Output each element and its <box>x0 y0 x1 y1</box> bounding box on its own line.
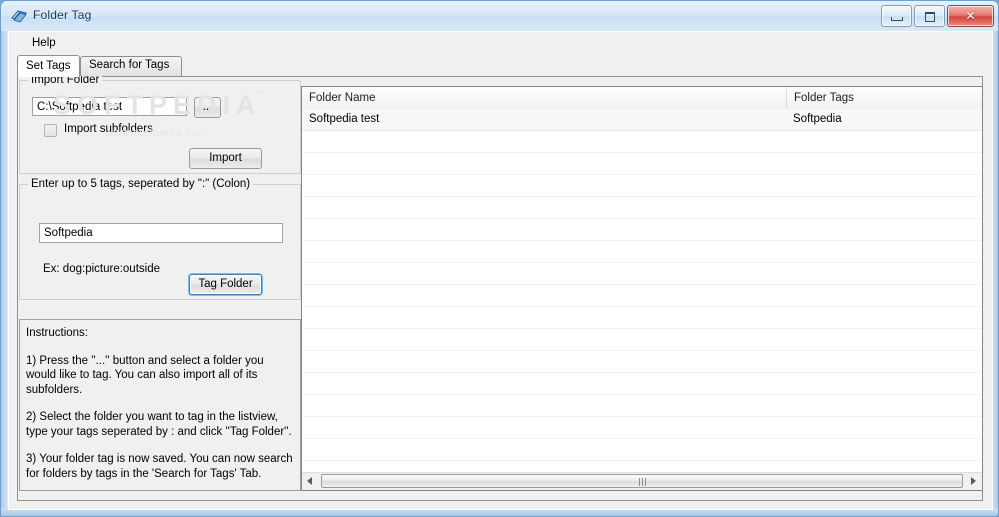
title-bar[interactable]: Folder Tag ✕ <box>1 1 998 31</box>
scroll-left-button[interactable] <box>302 473 319 489</box>
close-button[interactable]: ✕ <box>947 5 994 27</box>
menu-item-help[interactable]: Help <box>25 35 63 51</box>
window-title: Folder Tag <box>33 8 92 22</box>
tag-folder-button[interactable]: Tag Folder <box>189 274 262 295</box>
scrollbar-thumb[interactable] <box>321 474 963 488</box>
instructions-heading: Instructions: <box>26 327 88 339</box>
table-row-empty[interactable] <box>302 153 982 175</box>
table-row[interactable]: Softpedia test Softpedia <box>302 109 982 131</box>
menu-bar: Help <box>9 32 992 54</box>
listview-horizontal-scrollbar[interactable] <box>302 472 982 490</box>
table-row-empty[interactable] <box>302 131 982 153</box>
table-row-empty[interactable] <box>302 351 982 373</box>
table-row-empty[interactable] <box>302 175 982 197</box>
application-window: Folder Tag ✕ Help Set Tags Search for Ta… <box>0 0 999 517</box>
table-row-empty[interactable] <box>302 285 982 307</box>
instructions-step-1: 1) Press the ''...'' button and select a… <box>26 354 264 396</box>
column-header-folder-name[interactable]: Folder Name <box>302 87 786 109</box>
folders-listview[interactable]: Folder Name Folder Tags Softpedia test S… <box>301 86 983 491</box>
column-header-folder-tags[interactable]: Folder Tags <box>786 87 982 109</box>
window-frame-left <box>1 1 8 516</box>
maximize-button[interactable] <box>914 5 945 27</box>
folder-path-input[interactable] <box>32 97 187 116</box>
import-subfolders-checkbox[interactable] <box>44 124 57 137</box>
table-row-empty[interactable] <box>302 417 982 439</box>
maximize-icon <box>925 12 935 22</box>
enter-tags-group: Enter up to 5 tags, seperated by ":" (Co… <box>19 178 301 300</box>
chevron-left-icon <box>307 477 312 485</box>
tab-search-for-tags[interactable]: Search for Tags <box>80 56 182 76</box>
listview-body: Softpedia test Softpedia <box>302 109 982 483</box>
folder-tag-app-icon <box>11 9 27 24</box>
import-button[interactable]: Import <box>189 148 262 169</box>
instructions-panel: Instructions: 1) Press the ''...'' butto… <box>19 319 301 491</box>
enter-tags-legend: Enter up to 5 tags, seperated by ":" (Co… <box>28 178 254 190</box>
listview-header: Folder Name Folder Tags <box>302 87 982 110</box>
instructions-step-2: 2) Select the folder you want to tag in … <box>26 411 292 438</box>
minimize-icon <box>891 17 903 21</box>
scrollbar-grip-icon <box>639 478 646 486</box>
table-row-empty[interactable] <box>302 219 982 241</box>
table-row-empty[interactable] <box>302 241 982 263</box>
browse-folder-button[interactable]: ... <box>194 97 221 118</box>
minimize-button[interactable] <box>881 5 912 27</box>
table-row-empty[interactable] <box>302 439 982 461</box>
table-row-empty[interactable] <box>302 329 982 351</box>
tags-input[interactable] <box>39 223 283 243</box>
table-row-empty[interactable] <box>302 307 982 329</box>
import-subfolders-label: Import subfolders <box>64 123 153 135</box>
instructions-step-3: 3) Your folder tag is now saved. You can… <box>26 453 293 480</box>
table-row-empty[interactable] <box>302 263 982 285</box>
cell-folder-name: Softpedia test <box>309 113 380 125</box>
softpedia-watermark-tm: ™ <box>257 90 265 99</box>
window-controls: ✕ <box>881 5 994 27</box>
table-row-empty[interactable] <box>302 373 982 395</box>
table-row-empty[interactable] <box>302 395 982 417</box>
client-area: Help Set Tags Search for Tags SOFTPEDIA … <box>8 31 993 510</box>
scroll-right-button[interactable] <box>965 473 982 489</box>
cell-folder-tags: Softpedia <box>793 113 842 125</box>
table-row-empty[interactable] <box>302 197 982 219</box>
chevron-right-icon <box>971 477 976 485</box>
close-icon: ✕ <box>965 9 976 23</box>
tab-set-tags[interactable]: Set Tags <box>17 55 80 77</box>
tags-example-hint: Ex: dog:picture:outside <box>43 263 160 275</box>
